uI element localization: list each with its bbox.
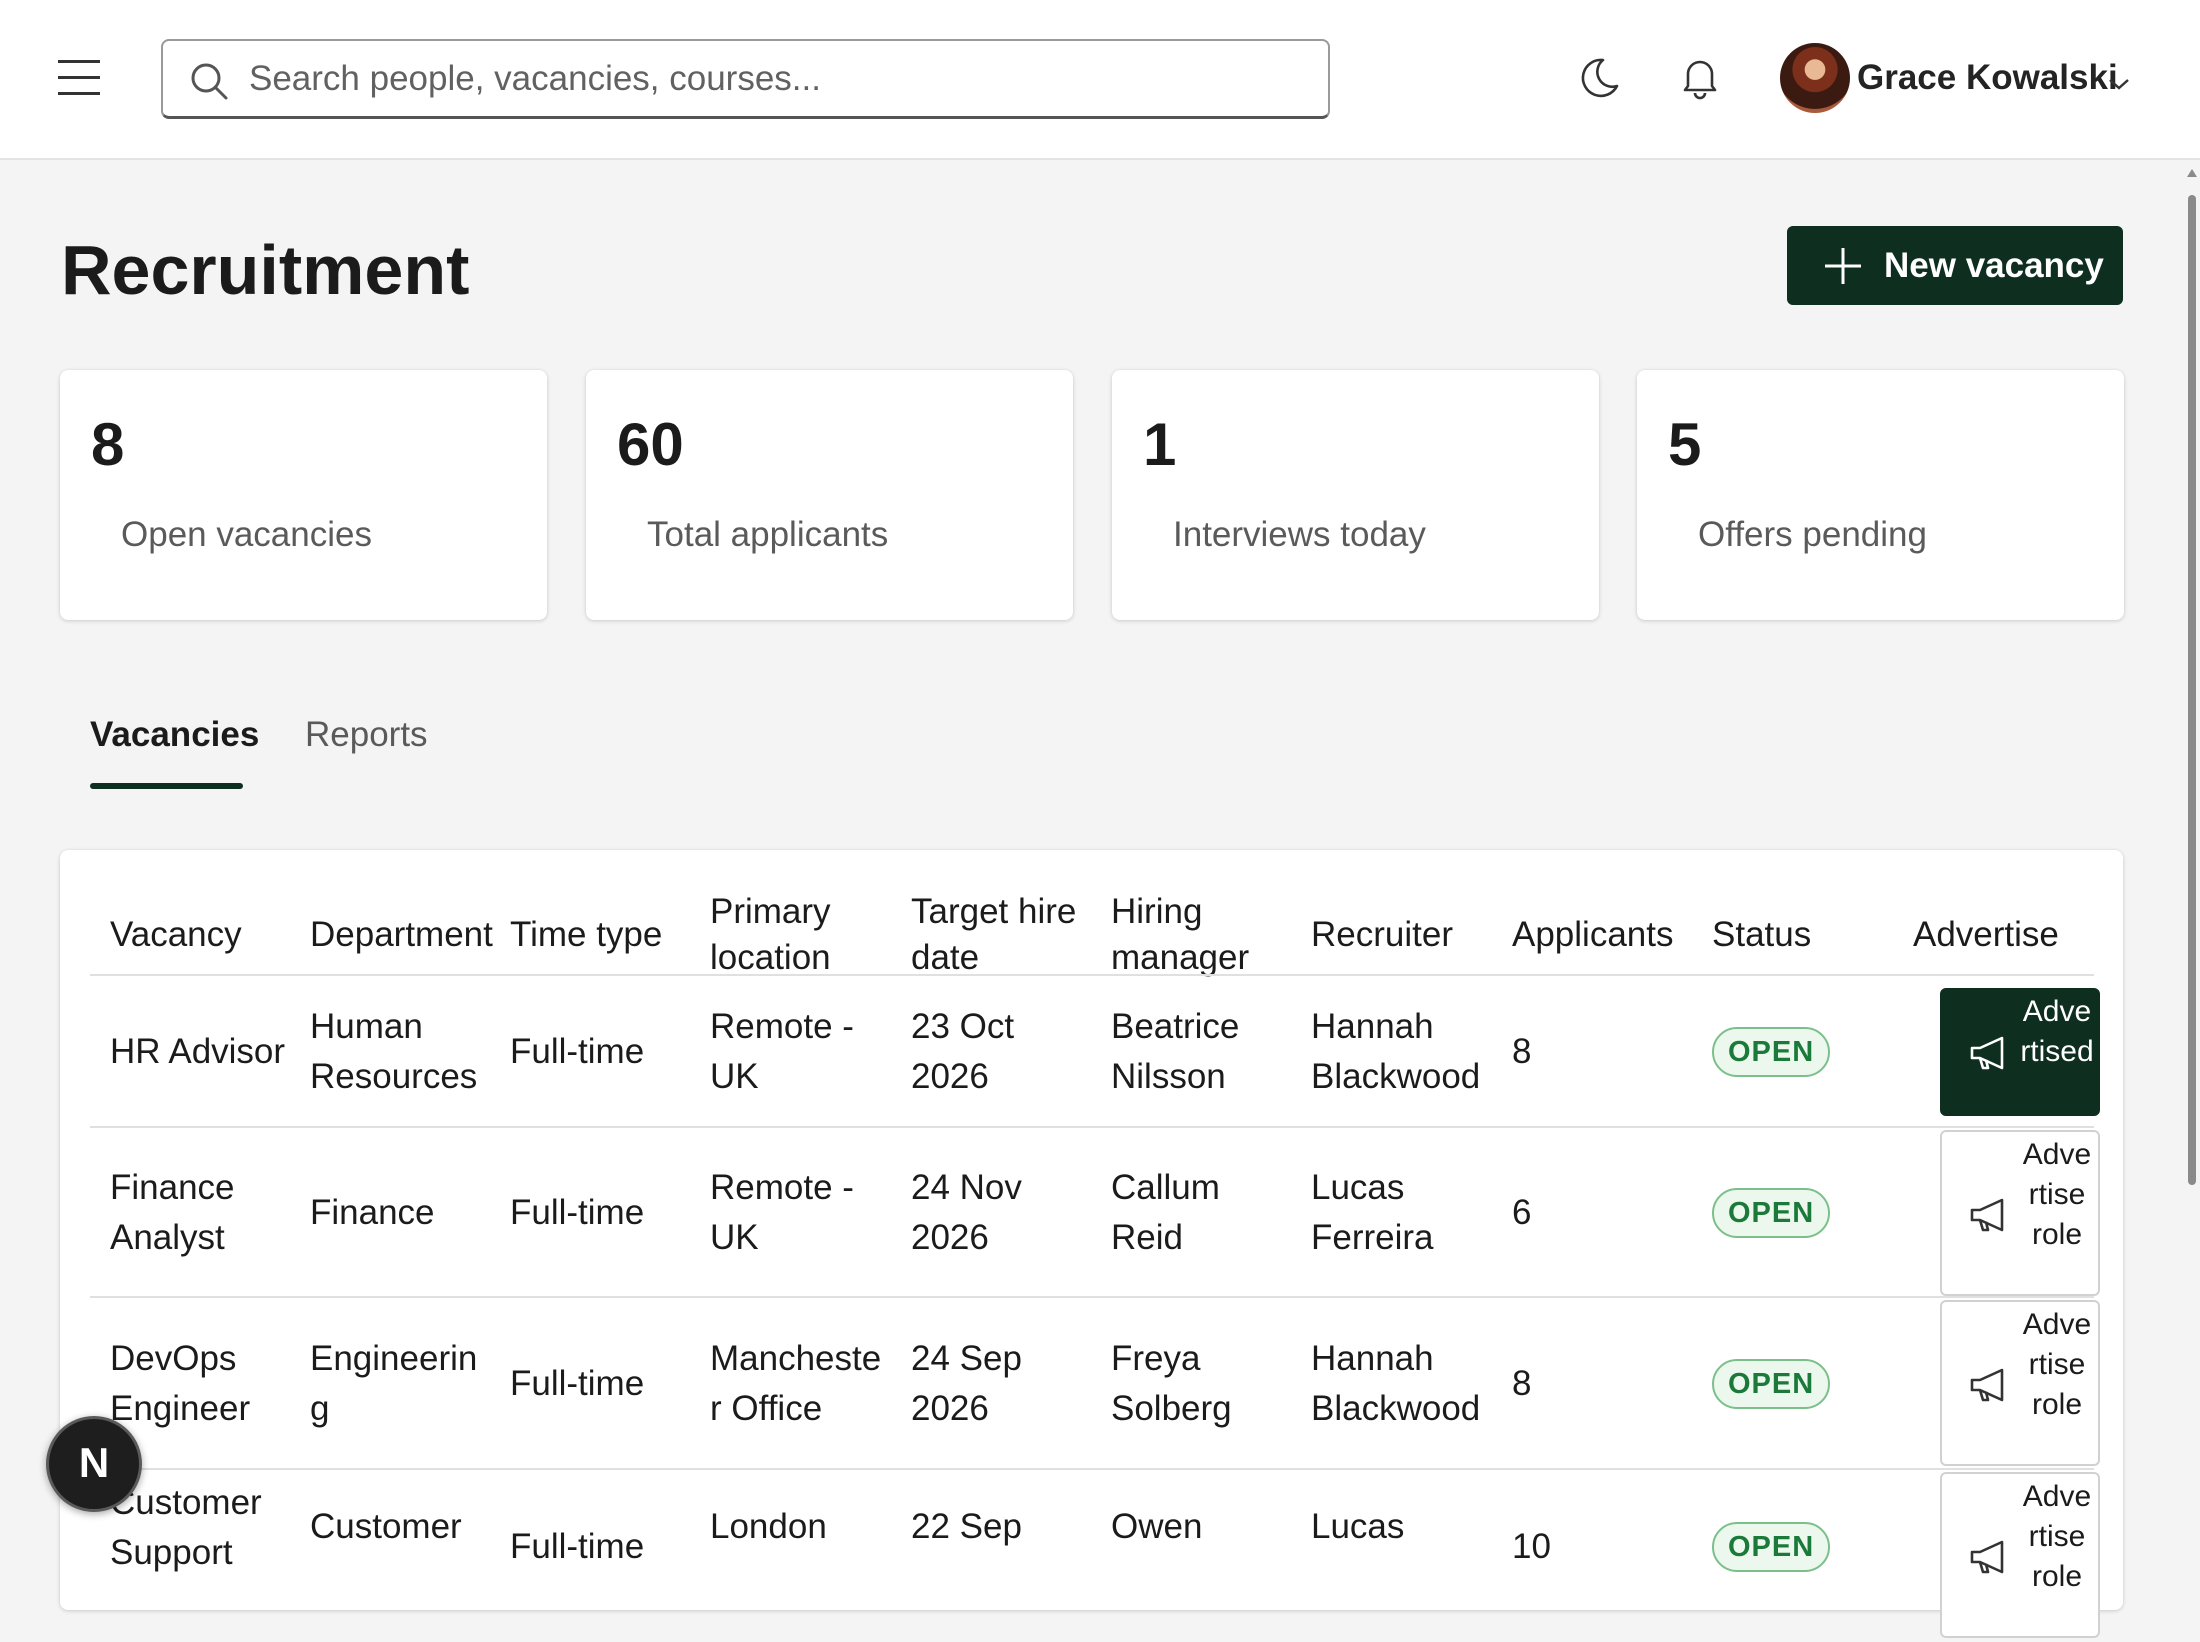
menu-icon[interactable] xyxy=(58,60,102,96)
stat-value: 8 xyxy=(91,411,125,478)
megaphone-icon xyxy=(1970,1036,2004,1070)
dark-mode-icon[interactable] xyxy=(1575,52,1625,102)
column-header-recruiter[interactable]: Recruiter xyxy=(1311,883,1483,987)
cell-hiring-manager: Owen xyxy=(1111,1507,1203,1546)
megaphone-icon xyxy=(1970,1368,2004,1402)
table-row[interactable]: DevOps Engineer Engineering Full-time Ma… xyxy=(90,1298,2100,1470)
vacancies-table: Vacancy Department Time type Primary loc… xyxy=(60,850,2123,1638)
plus-icon xyxy=(1825,248,1861,284)
tab-vacancies[interactable]: Vacancies xyxy=(90,715,259,755)
cell-recruiter: Lucas Ferreira xyxy=(1311,1168,1434,1257)
advertised-button[interactable]: Advertised xyxy=(1940,988,2100,1116)
next-devtools-button[interactable]: N xyxy=(46,1416,142,1512)
cell-time-type: Full-time xyxy=(510,1364,645,1403)
top-header: Grace Kowalski xyxy=(0,0,2200,160)
cell-applicants: 8 xyxy=(1512,1032,1532,1071)
page-scrollbar[interactable] xyxy=(2186,165,2198,1550)
cell-target-date: 22 Sep xyxy=(911,1507,1022,1546)
column-header-time-type[interactable]: Time type xyxy=(510,883,682,987)
scroll-up-arrow-icon[interactable] xyxy=(2187,169,2197,177)
fab-label: N xyxy=(78,1439,110,1486)
cell-department: Engineering xyxy=(310,1339,478,1428)
stat-label: Offers pending xyxy=(1698,515,1927,554)
new-vacancy-button[interactable]: New vacancy xyxy=(1787,226,2123,305)
cell-vacancy: Finance Analyst xyxy=(110,1168,235,1257)
column-header-status[interactable]: Status xyxy=(1712,883,1884,987)
cell-target-date: 24 Nov 2026 xyxy=(911,1168,1022,1257)
stat-value: 5 xyxy=(1668,411,1702,478)
table-row[interactable]: HR Advisor Human Resources Full-time Rem… xyxy=(90,976,2100,1128)
cell-time-type: Full-time xyxy=(510,1193,645,1232)
cell-department: Customer xyxy=(310,1507,462,1546)
stat-value: 60 xyxy=(617,411,684,478)
cell-time-type: Full-time xyxy=(510,1032,645,1071)
column-header-hiring-manager[interactable]: Hiring manager xyxy=(1111,883,1283,987)
table-row[interactable]: Finance Analyst Finance Full-time Remote… xyxy=(90,1128,2100,1298)
cell-time-type: Full-time xyxy=(510,1527,645,1566)
advertise-label: Advertised xyxy=(2020,995,2094,1068)
page-title: Recruitment xyxy=(61,231,470,309)
stat-card-open-vacancies: 8 Open vacancies xyxy=(60,370,547,620)
megaphone-icon xyxy=(1970,1198,2004,1232)
search-icon xyxy=(191,63,228,100)
tab-reports[interactable]: Reports xyxy=(305,715,428,755)
cell-department: Finance xyxy=(310,1193,435,1232)
scrollbar-thumb[interactable] xyxy=(2188,195,2196,1185)
active-tab-indicator xyxy=(90,783,243,789)
chevron-down-icon[interactable] xyxy=(2108,77,2130,91)
stat-card-total-applicants: 60 Total applicants xyxy=(586,370,1073,620)
stat-label: Total applicants xyxy=(647,515,889,554)
advertise-label: Advertise role xyxy=(2022,1308,2092,1421)
search-input[interactable] xyxy=(247,49,1307,109)
cell-applicants: 10 xyxy=(1512,1527,1551,1566)
user-name[interactable]: Grace Kowalski xyxy=(1857,58,2118,98)
cell-location: Remote - UK xyxy=(710,1007,854,1096)
search-box[interactable] xyxy=(161,39,1330,119)
cell-hiring-manager: Callum Reid xyxy=(1111,1168,1220,1257)
column-header-target-hire-date[interactable]: Target hire date xyxy=(911,883,1083,987)
cell-applicants: 8 xyxy=(1512,1364,1532,1403)
stat-label: Open vacancies xyxy=(121,515,372,554)
column-header-primary-location[interactable]: Primary location xyxy=(710,883,882,987)
stat-card-interviews-today: 1 Interviews today xyxy=(1112,370,1599,620)
new-vacancy-label: New vacancy xyxy=(1884,246,2104,285)
table-row[interactable]: Customer Support Customer Full-time Lond… xyxy=(90,1470,2100,1642)
cell-recruiter: Hannah Blackwood xyxy=(1311,1007,1481,1096)
advertise-label: Advertise role xyxy=(2022,1138,2092,1251)
cell-recruiter: Hannah Blackwood xyxy=(1311,1339,1481,1428)
status-badge: OPEN xyxy=(1712,1522,1831,1572)
user-avatar[interactable] xyxy=(1780,43,1850,113)
cell-location: London xyxy=(710,1507,827,1546)
stat-card-offers-pending: 5 Offers pending xyxy=(1637,370,2124,620)
stat-label: Interviews today xyxy=(1173,515,1426,554)
cell-department: Human Resources xyxy=(310,1007,478,1096)
cell-hiring-manager: Freya Solberg xyxy=(1111,1339,1232,1428)
advertise-role-button[interactable]: Advertise role xyxy=(1940,1130,2100,1296)
cell-location: Remote - UK xyxy=(710,1168,854,1257)
advertise-role-button[interactable]: Advertise role xyxy=(1940,1472,2100,1638)
advertise-label: Advertise role xyxy=(2022,1480,2092,1593)
column-header-advertise: Advertise xyxy=(1913,915,2059,954)
column-header-vacancy[interactable]: Vacancy xyxy=(110,883,290,987)
cell-vacancy: HR Advisor xyxy=(110,1032,286,1071)
notifications-bell-icon[interactable] xyxy=(1675,52,1725,102)
advertise-role-button[interactable]: Advertise role xyxy=(1940,1300,2100,1466)
megaphone-icon xyxy=(1970,1540,2004,1574)
cell-location: Manchester Office xyxy=(710,1339,882,1428)
status-badge: OPEN xyxy=(1712,1027,1831,1077)
cell-recruiter: Lucas xyxy=(1311,1507,1405,1546)
cell-hiring-manager: Beatrice Nilsson xyxy=(1111,1007,1240,1096)
column-header-department[interactable]: Department xyxy=(310,883,493,987)
column-header-applicants[interactable]: Applicants xyxy=(1512,883,1684,987)
status-badge: OPEN xyxy=(1712,1359,1831,1409)
cell-applicants: 6 xyxy=(1512,1193,1532,1232)
stat-value: 1 xyxy=(1143,411,1177,478)
cell-vacancy: Customer Support xyxy=(110,1483,262,1572)
cell-target-date: 24 Sep 2026 xyxy=(911,1339,1022,1428)
cell-target-date: 23 Oct 2026 xyxy=(911,1007,1015,1096)
status-badge: OPEN xyxy=(1712,1188,1831,1238)
